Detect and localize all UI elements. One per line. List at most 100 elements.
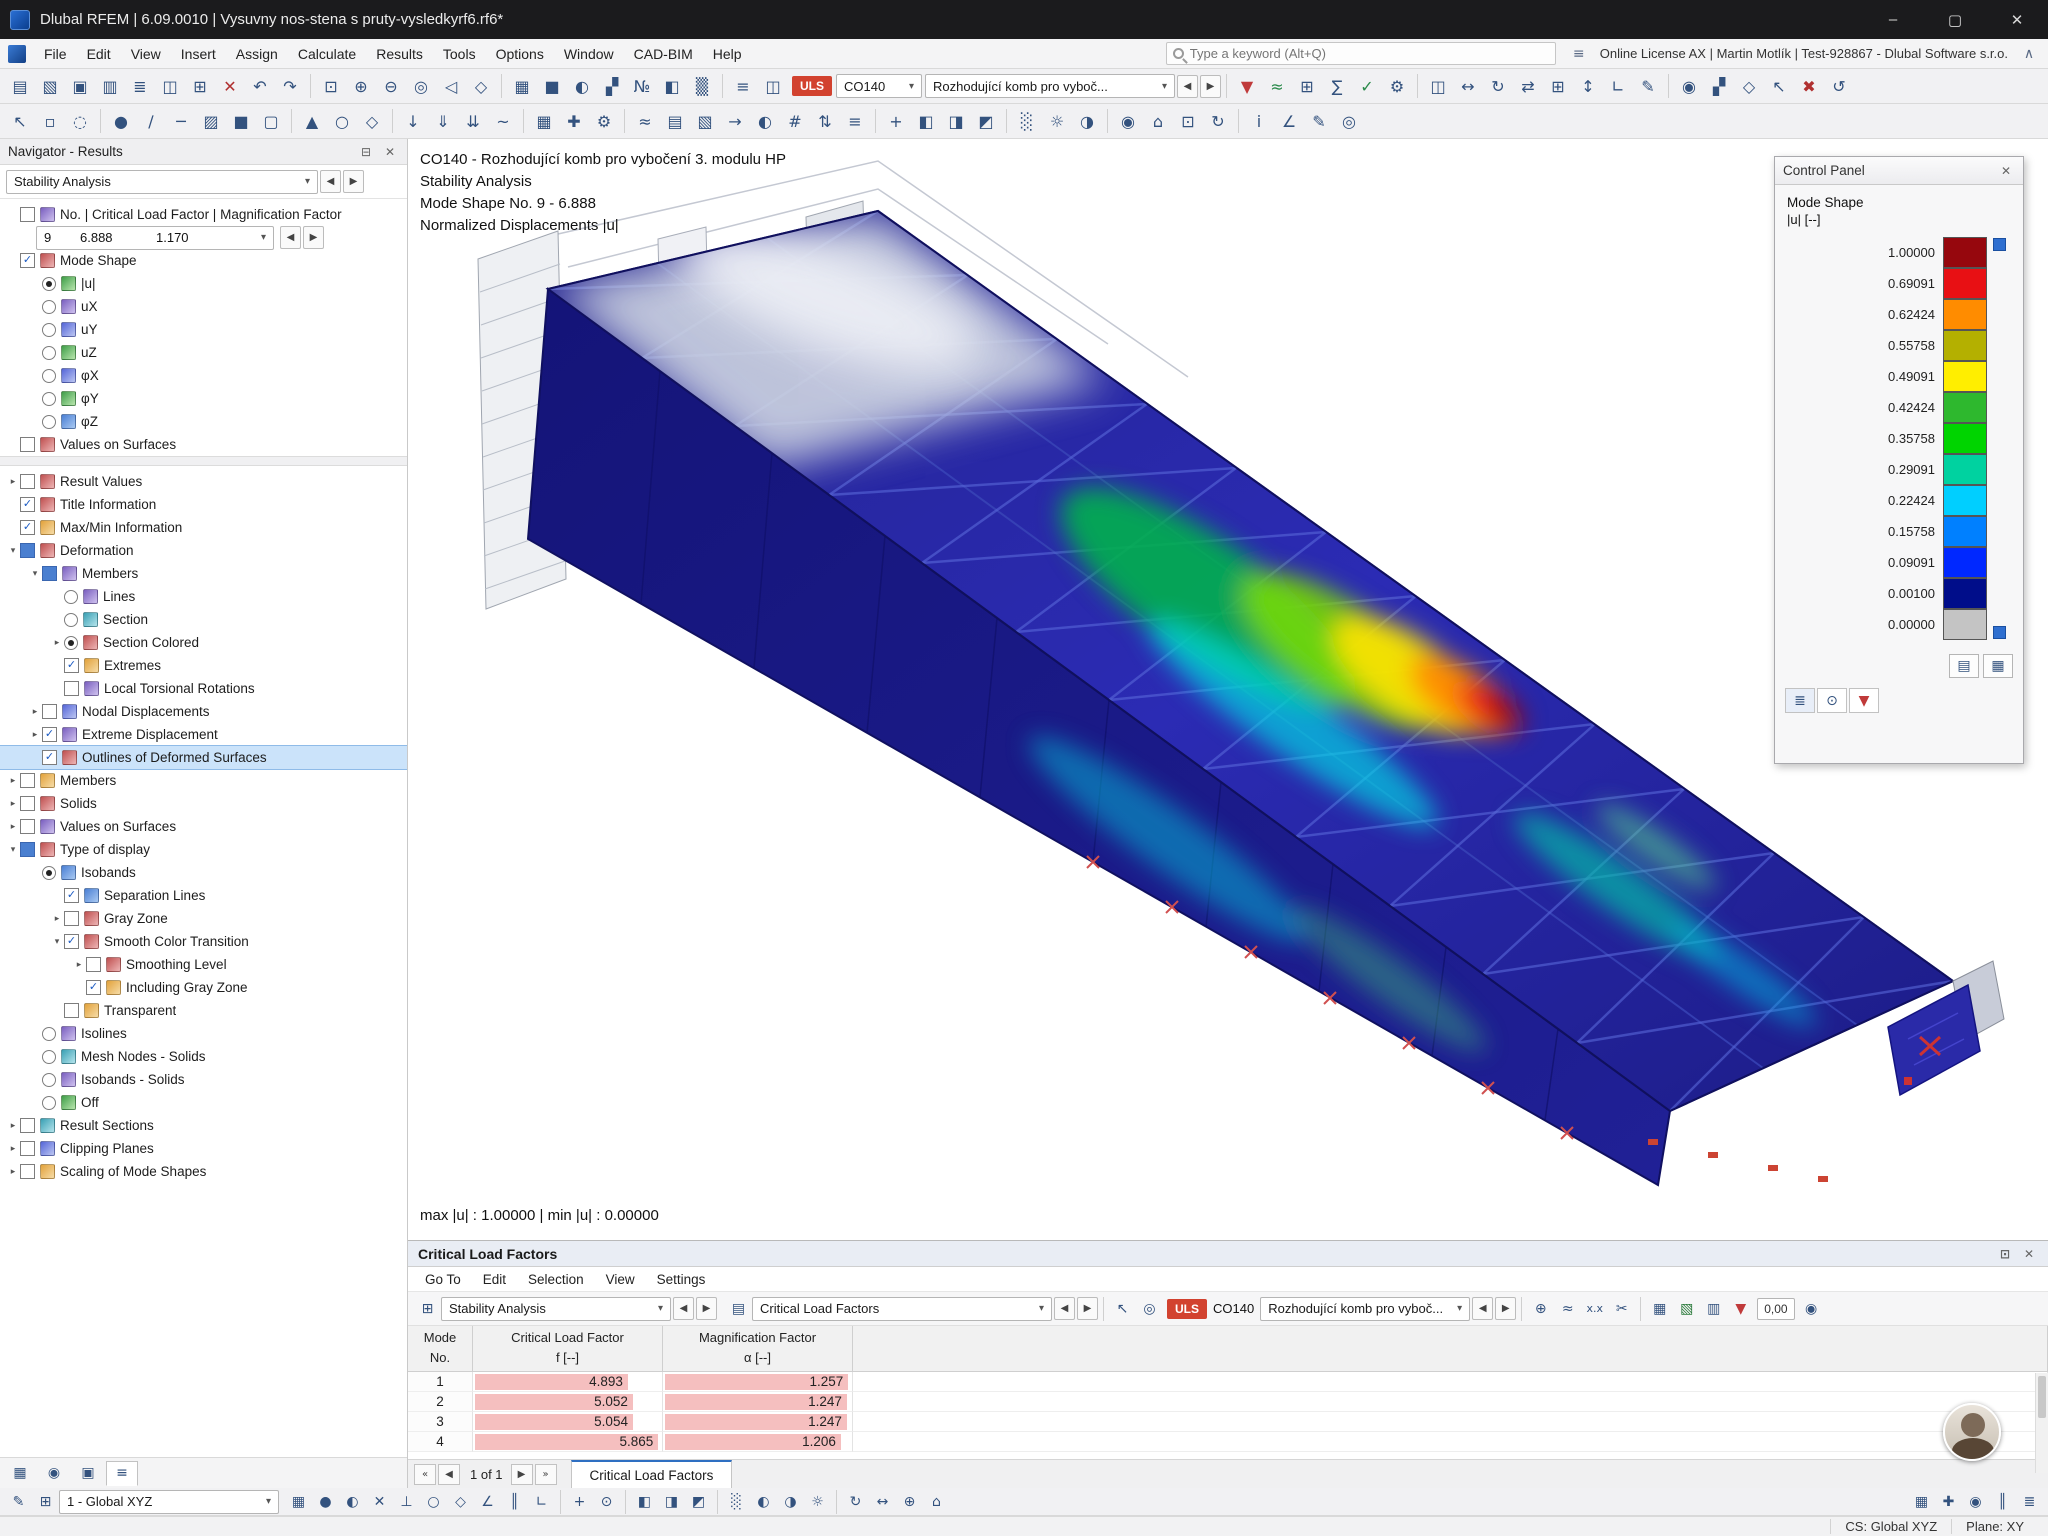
cancel-selection-button[interactable]: ✖ <box>1794 72 1824 101</box>
expander-icon[interactable]: ▾ <box>6 845 20 855</box>
deformed-shape-button[interactable]: ≈ <box>630 107 660 136</box>
member-tool-button[interactable]: ─ <box>166 107 196 136</box>
tree-item-smooth-color-transition[interactable]: ▾ ✓ Smooth Color Transition <box>0 930 407 953</box>
tree-item-members[interactable]: ▸ Members <box>0 769 407 792</box>
checkbox[interactable] <box>42 704 57 719</box>
measure-angle-button[interactable]: ∠ <box>1274 107 1304 136</box>
load-combinations-button[interactable]: ◫ <box>758 72 788 101</box>
next-mode-button[interactable]: ▶ <box>303 226 324 249</box>
grid-toggle-button[interactable]: ▦ <box>1908 1490 1935 1514</box>
print-table-button[interactable]: ▥ <box>1700 1296 1727 1322</box>
redo-button[interactable]: ↷ <box>275 72 305 101</box>
results-navigator-tab[interactable]: ≡ <box>106 1460 138 1486</box>
expander-icon[interactable]: ▾ <box>28 569 42 579</box>
radio[interactable] <box>42 865 56 880</box>
radio[interactable] <box>42 1026 56 1041</box>
wireframe-display-button[interactable]: ▦ <box>507 72 537 101</box>
checkbox[interactable]: ✓ <box>64 658 79 673</box>
work-plane-xy-button[interactable]: ◧ <box>631 1490 658 1514</box>
result-tables-button[interactable]: ⊞ <box>1292 72 1322 101</box>
table-scrollbar[interactable] <box>2035 1373 2048 1473</box>
plane-xz-button[interactable]: ◩ <box>971 107 1001 136</box>
tree-item-off[interactable]: Off <box>0 1091 407 1114</box>
checkbox[interactable]: ✓ <box>20 497 35 512</box>
numbering-button[interactable]: № <box>627 72 657 101</box>
mode-cell[interactable]: 1 <box>408 1372 473 1392</box>
expander-icon[interactable]: ▸ <box>6 1144 20 1154</box>
mode-column-header[interactable]: Mode No. <box>408 1326 473 1372</box>
menu-results[interactable]: Results <box>366 42 433 66</box>
solid-display-button[interactable]: ■ <box>537 72 567 101</box>
select-special-button[interactable]: ◌ <box>65 107 95 136</box>
checkbox[interactable]: ✓ <box>20 253 35 268</box>
shadow-display-button[interactable]: ◑ <box>1072 107 1102 136</box>
show-results-button[interactable]: ≈ <box>1262 72 1292 101</box>
tree-item-extreme-displacement[interactable]: ▸ ✓ Extreme Displacement <box>0 723 407 746</box>
mode-cell[interactable]: 3 <box>408 1412 473 1432</box>
checkbox[interactable]: ✓ <box>42 727 57 742</box>
first-table-button[interactable]: « <box>414 1463 436 1485</box>
work-plane-button[interactable]: ◧ <box>657 72 687 101</box>
checkbox[interactable]: ✓ <box>64 888 79 903</box>
checkbox[interactable] <box>20 1164 35 1179</box>
magnification-factor-cell[interactable]: 1.247 <box>663 1412 853 1432</box>
mode-number-select[interactable]: 9 6.888 1.170 ▾ <box>36 225 274 250</box>
filter-tab[interactable]: ▼ <box>1849 688 1879 713</box>
table-float-icon[interactable]: ⊡ <box>1996 1247 2014 1261</box>
expander-icon[interactable]: ▸ <box>6 1167 20 1177</box>
special-selection-button[interactable]: ↖ <box>1764 72 1794 101</box>
next-analysis-button[interactable]: ▶ <box>343 170 364 193</box>
checkbox[interactable] <box>20 842 35 857</box>
previous-table-button[interactable]: ◀ <box>438 1463 460 1485</box>
mirror-object-button[interactable]: ⇄ <box>1513 72 1543 101</box>
nodal-load-button[interactable]: ↓ <box>398 107 428 136</box>
plane-yz-button[interactable]: ◨ <box>941 107 971 136</box>
maximize-button[interactable]: ▢ <box>1924 0 1986 39</box>
member-load-button[interactable]: ⇓ <box>428 107 458 136</box>
block-manager-button[interactable]: ⊞ <box>185 72 215 101</box>
node-tool-button[interactable]: ● <box>106 107 136 136</box>
radio[interactable] <box>42 299 56 314</box>
tree-item-type-of-display[interactable]: ▾ Type of display <box>0 838 407 861</box>
tree-item-max-min-information[interactable]: ✓ Max/Min Information <box>0 516 407 539</box>
menu-help[interactable]: Help <box>703 42 752 66</box>
section-display-button[interactable]: ▞ <box>597 72 627 101</box>
measure-button[interactable]: ↕ <box>1573 72 1603 101</box>
sync-selection-button[interactable]: ↖ <box>1109 1296 1136 1322</box>
decimal-places-button[interactable]: x.x <box>1581 1296 1608 1322</box>
table-filter-button[interactable]: ▼ <box>1727 1296 1754 1322</box>
full-screen-button[interactable]: ⊡ <box>1173 107 1203 136</box>
tree-item-members[interactable]: ▾ Members <box>0 562 407 585</box>
menu-window[interactable]: Window <box>554 42 624 66</box>
expander-icon[interactable]: ▸ <box>6 776 20 786</box>
checkbox[interactable] <box>86 957 101 972</box>
undo-view-button[interactable]: ↺ <box>1824 72 1854 101</box>
decimal-format-button[interactable]: 0,00 <box>1757 1297 1795 1320</box>
snap-nearest-button[interactable]: ◇ <box>447 1490 474 1514</box>
snap-angle-button[interactable]: ∠ <box>474 1490 501 1514</box>
control-panel-close-icon[interactable]: ✕ <box>1997 164 2015 178</box>
checkbox[interactable] <box>20 819 35 834</box>
checkbox[interactable]: ✓ <box>86 980 101 995</box>
tree-item-smoothing-level[interactable]: ▸ Smoothing Level <box>0 953 407 976</box>
tree-item-values-on-surfaces[interactable]: ▸ Values on Surfaces <box>0 815 407 838</box>
previous-combination-table-button[interactable]: ◀ <box>1472 1297 1494 1320</box>
ortho-mode-button[interactable]: ∟ <box>528 1490 555 1514</box>
eccentricity-tool-button[interactable]: ◇ <box>357 107 387 136</box>
expander-icon[interactable]: ▸ <box>6 1121 20 1131</box>
table-input-button[interactable]: ⊞ <box>32 1490 59 1514</box>
edit-points-button[interactable]: ✎ <box>5 1490 32 1514</box>
table-panel-header[interactable]: Critical Load Factors ⊡ ✕ <box>408 1241 2048 1267</box>
saved-views-button[interactable]: ◉ <box>1113 107 1143 136</box>
load-combination-select[interactable]: Rozhodující komb pro vyboč... ▾ <box>925 74 1175 98</box>
next-table-nav-button[interactable]: ▶ <box>1077 1297 1098 1320</box>
checkbox[interactable] <box>42 566 57 581</box>
export-table-button[interactable]: ▧ <box>1673 1296 1700 1322</box>
coordinate-systems-button[interactable]: + <box>881 107 911 136</box>
camera-view-button[interactable]: ⌂ <box>1143 107 1173 136</box>
viewport-3d[interactable]: CO140 - Rozhodující komb pro vybočení 3.… <box>408 139 2048 1240</box>
result-vectors-button[interactable]: → <box>720 107 750 136</box>
tree-item-gray-zone[interactable]: ▸ Gray Zone <box>0 907 407 930</box>
next-combination-button[interactable]: ▶ <box>1200 74 1221 98</box>
new-model-button[interactable]: ▤ <box>5 72 35 101</box>
